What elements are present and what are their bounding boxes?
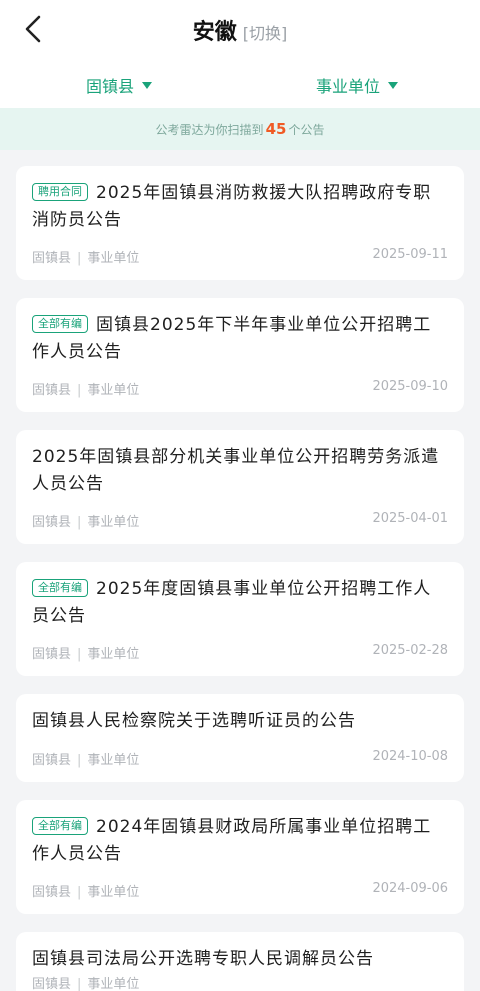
- announcement-meta: 固镇县 | 事业单位 2025-09-10: [32, 379, 448, 398]
- announcement-title-text: 固镇县司法局公开选聘专职人民调解员公告: [32, 949, 374, 969]
- scan-result-banner: 公考雷达为你扫描到 45 个公告: [0, 108, 480, 150]
- banner-suffix: 个公告: [288, 122, 325, 137]
- announcement-meta: 固镇县 | 事业单位 2025-02-28: [32, 643, 448, 662]
- page-title: 安徽: [192, 20, 237, 45]
- announcement-title: 全部有编 2024年固镇县财政局所属事业单位招聘工作人员公告: [32, 814, 448, 868]
- meta-divider: |: [77, 885, 82, 900]
- meta-divider: |: [77, 383, 82, 398]
- announcement-region: 固镇县: [32, 977, 72, 991]
- announcement-card[interactable]: 2025年固镇县部分机关事业单位公开招聘劳务派遣人员公告 固镇县 | 事业单位 20…: [16, 430, 464, 544]
- announcement-category: 事业单位: [87, 885, 140, 900]
- announcement-region: 固镇县: [32, 251, 72, 266]
- announcement-title: 全部有编 固镇县2025年下半年事业单位公开招聘工作人员公告: [32, 312, 448, 366]
- announcement-title-text: 2025年固镇县部分机关事业单位公开招聘劳务派遣人员公告: [32, 447, 440, 494]
- announcement-region: 固镇县: [32, 885, 72, 900]
- announcement-region: 固镇县: [32, 753, 72, 768]
- announcement-category: 事业单位: [87, 647, 140, 662]
- announcement-region: 固镇县: [32, 647, 72, 662]
- caret-down-icon: [142, 81, 153, 89]
- announcement-meta: 固镇县 | 事业单位 2024-10-08: [32, 749, 448, 768]
- announcement-category: 事业单位: [87, 251, 140, 266]
- announcement-title-text: 固镇县人民检察院关于选聘听证员的公告: [32, 711, 356, 731]
- announcement-tag: 全部有编: [32, 579, 88, 597]
- announcement-title-text: 固镇县2025年下半年事业单位公开招聘工作人员公告: [32, 315, 432, 362]
- announcement-meta: 固镇县 | 事业单位: [32, 973, 448, 991]
- result-count: 45: [265, 120, 287, 138]
- region-filter-label: 固镇县: [86, 77, 135, 96]
- top-bar: 安徽 [切换]: [0, 0, 480, 62]
- meta-divider: |: [77, 753, 82, 768]
- announcement-category: 事业单位: [87, 753, 140, 768]
- announcement-card[interactable]: 全部有编 固镇县2025年下半年事业单位公开招聘工作人员公告 固镇县 | 事业单位 2…: [16, 298, 464, 412]
- announcement-title: 2025年固镇县部分机关事业单位公开招聘劳务派遣人员公告: [32, 444, 448, 498]
- announcement-date: 2025-02-28: [372, 643, 448, 658]
- announcement-tag: 聘用合同: [32, 183, 88, 201]
- meta-divider: |: [77, 977, 82, 991]
- announcement-title-text: 2025年度固镇县事业单位公开招聘工作人员公告: [32, 579, 432, 626]
- announcement-card[interactable]: 聘用合同 2025年固镇县消防救援大队招聘政府专职消防员公告 固镇县 | 事业单位 2…: [16, 166, 464, 280]
- announcement-date: 2025-09-10: [372, 379, 448, 394]
- meta-divider: |: [77, 647, 82, 662]
- filter-bar: 固镇县 事业单位: [0, 62, 480, 108]
- announcement-card[interactable]: 固镇县司法局公开选聘专职人民调解员公告 固镇县 | 事业单位: [16, 932, 464, 991]
- announcement-meta: 固镇县 | 事业单位 2025-04-01: [32, 511, 448, 530]
- page-title-group: 安徽 [切换]: [0, 14, 480, 46]
- announcement-title: 全部有编 2025年度固镇县事业单位公开招聘工作人员公告: [32, 576, 448, 630]
- announcement-meta: 固镇县 | 事业单位 2024-09-06: [32, 881, 448, 900]
- switch-province-link[interactable]: [切换]: [243, 24, 288, 43]
- announcement-date: 2024-10-08: [372, 749, 448, 764]
- meta-divider: |: [77, 515, 82, 530]
- announcement-card[interactable]: 固镇县人民检察院关于选聘听证员的公告 固镇县 | 事业单位 2024-10-08: [16, 694, 464, 782]
- announcement-region: 固镇县: [32, 515, 72, 530]
- announcement-meta: 固镇县 | 事业单位 2025-09-11: [32, 247, 448, 266]
- announcement-region: 固镇县: [32, 383, 72, 398]
- announcement-category: 事业单位: [87, 977, 140, 991]
- caret-down-icon: [388, 81, 399, 89]
- announcement-title-text: 2025年固镇县消防救援大队招聘政府专职消防员公告: [32, 183, 432, 230]
- announcement-category: 事业单位: [87, 383, 140, 398]
- announcement-title-text: 2024年固镇县财政局所属事业单位招聘工作人员公告: [32, 817, 432, 864]
- announcement-title: 聘用合同 2025年固镇县消防救援大队招聘政府专职消防员公告: [32, 180, 448, 234]
- announcement-tag: 全部有编: [32, 817, 88, 835]
- announcement-title: 固镇县人民检察院关于选聘听证员的公告: [32, 708, 448, 735]
- meta-divider: |: [77, 251, 82, 266]
- type-filter-label: 事业单位: [316, 77, 381, 96]
- region-filter-dropdown[interactable]: 固镇县: [86, 72, 153, 98]
- announcement-tag: 全部有编: [32, 315, 88, 333]
- announcement-title: 固镇县司法局公开选聘专职人民调解员公告: [32, 946, 448, 973]
- type-filter-dropdown[interactable]: 事业单位: [316, 72, 399, 98]
- announcement-date: 2025-09-11: [372, 247, 448, 262]
- announcement-category: 事业单位: [87, 515, 140, 530]
- banner-prefix: 公考雷达为你扫描到: [155, 122, 264, 137]
- announcement-date: 2024-09-06: [372, 881, 448, 896]
- announcement-card[interactable]: 全部有编 2024年固镇县财政局所属事业单位招聘工作人员公告 固镇县 | 事业单位 2…: [16, 800, 464, 914]
- announcement-date: 2025-04-01: [372, 511, 448, 526]
- announcement-card[interactable]: 全部有编 2025年度固镇县事业单位公开招聘工作人员公告 固镇县 | 事业单位 202…: [16, 562, 464, 676]
